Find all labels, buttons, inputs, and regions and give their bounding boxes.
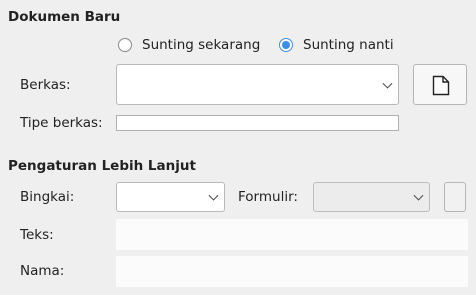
text-field[interactable] — [116, 219, 468, 250]
form-label: Formulir: — [238, 189, 298, 205]
file-combobox[interactable] — [116, 64, 399, 105]
frame-label: Bingkai: — [20, 189, 75, 205]
chevron-down-icon — [413, 190, 424, 201]
radio-unchecked-icon — [118, 38, 132, 52]
chevron-down-icon — [382, 78, 393, 89]
file-label: Berkas: — [20, 77, 71, 93]
file-type-label: Tipe berkas: — [20, 115, 103, 131]
edit-now-label: Sunting sekarang — [142, 37, 261, 53]
form-combobox[interactable] — [313, 182, 430, 212]
new-document-title: Dokumen Baru — [8, 9, 121, 25]
form-options-button[interactable] — [444, 182, 466, 212]
name-label: Nama: — [20, 263, 65, 279]
frame-combobox[interactable] — [116, 182, 225, 212]
document-icon — [432, 75, 450, 96]
edit-later-radio[interactable]: Sunting nanti — [279, 37, 394, 53]
file-type-field[interactable] — [116, 115, 399, 131]
edit-now-radio[interactable]: Sunting sekarang — [118, 37, 260, 53]
name-field[interactable] — [116, 256, 468, 287]
new-document-button[interactable] — [413, 64, 467, 105]
advanced-settings-title: Pengaturan Lebih Lanjut — [8, 158, 196, 174]
radio-checked-icon — [279, 38, 293, 52]
edit-later-label: Sunting nanti — [303, 37, 394, 53]
chevron-down-icon — [208, 190, 219, 201]
text-label: Teks: — [20, 227, 54, 243]
